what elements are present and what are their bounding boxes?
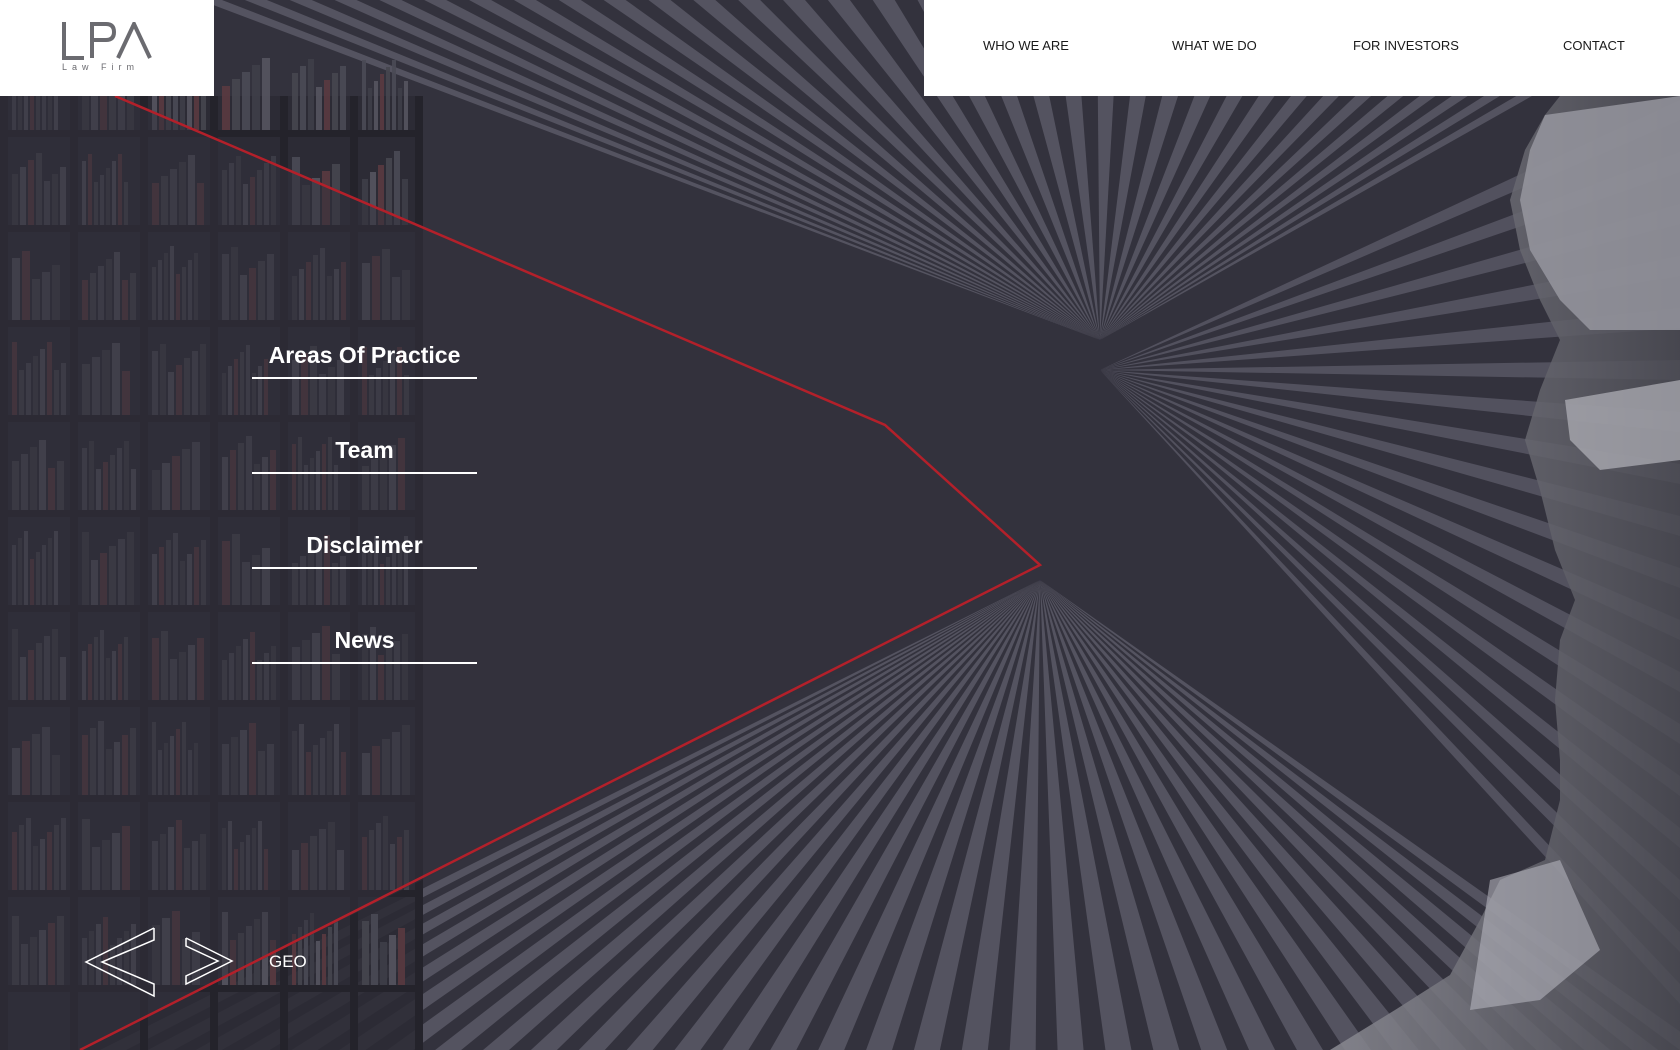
logo[interactable]: Law Firm — [0, 0, 214, 96]
nav-for-investors[interactable]: FOR INVESTORS — [1353, 38, 1459, 53]
logo-mark-icon — [62, 22, 152, 60]
nav-what-we-do[interactable]: WHAT WE DO — [1172, 38, 1257, 53]
menu-item-underline — [252, 472, 477, 474]
background-art — [0, 0, 1680, 1050]
menu-item-underline — [252, 567, 477, 569]
language-switch-geo[interactable]: GEO — [269, 952, 307, 972]
menu-item-news[interactable]: News — [252, 627, 477, 664]
logo-subtitle: Law Firm — [62, 62, 140, 72]
nav-contact[interactable]: CONTACT — [1563, 38, 1625, 53]
menu-item-areas-of-practice[interactable]: Areas Of Practice — [252, 342, 477, 379]
hero-stage: Law Firm WHO WE ARE WHAT WE DO FOR INVES… — [0, 0, 1680, 1050]
chevron-right-icon[interactable] — [184, 936, 234, 986]
menu-item-label: News — [334, 627, 395, 653]
chevron-left-icon[interactable] — [84, 926, 158, 998]
menu-item-label: Areas Of Practice — [268, 342, 461, 368]
menu-item-label: Disclaimer — [306, 532, 423, 558]
menu-item-disclaimer[interactable]: Disclaimer — [252, 532, 477, 569]
menu-item-label: Team — [335, 437, 394, 463]
menu-item-team[interactable]: Team — [252, 437, 477, 474]
top-navigation: WHO WE ARE WHAT WE DO FOR INVESTORS CONT… — [924, 0, 1680, 96]
nav-who-we-are[interactable]: WHO WE ARE — [983, 38, 1069, 53]
menu-item-underline — [252, 377, 477, 379]
menu-item-underline — [252, 662, 477, 664]
